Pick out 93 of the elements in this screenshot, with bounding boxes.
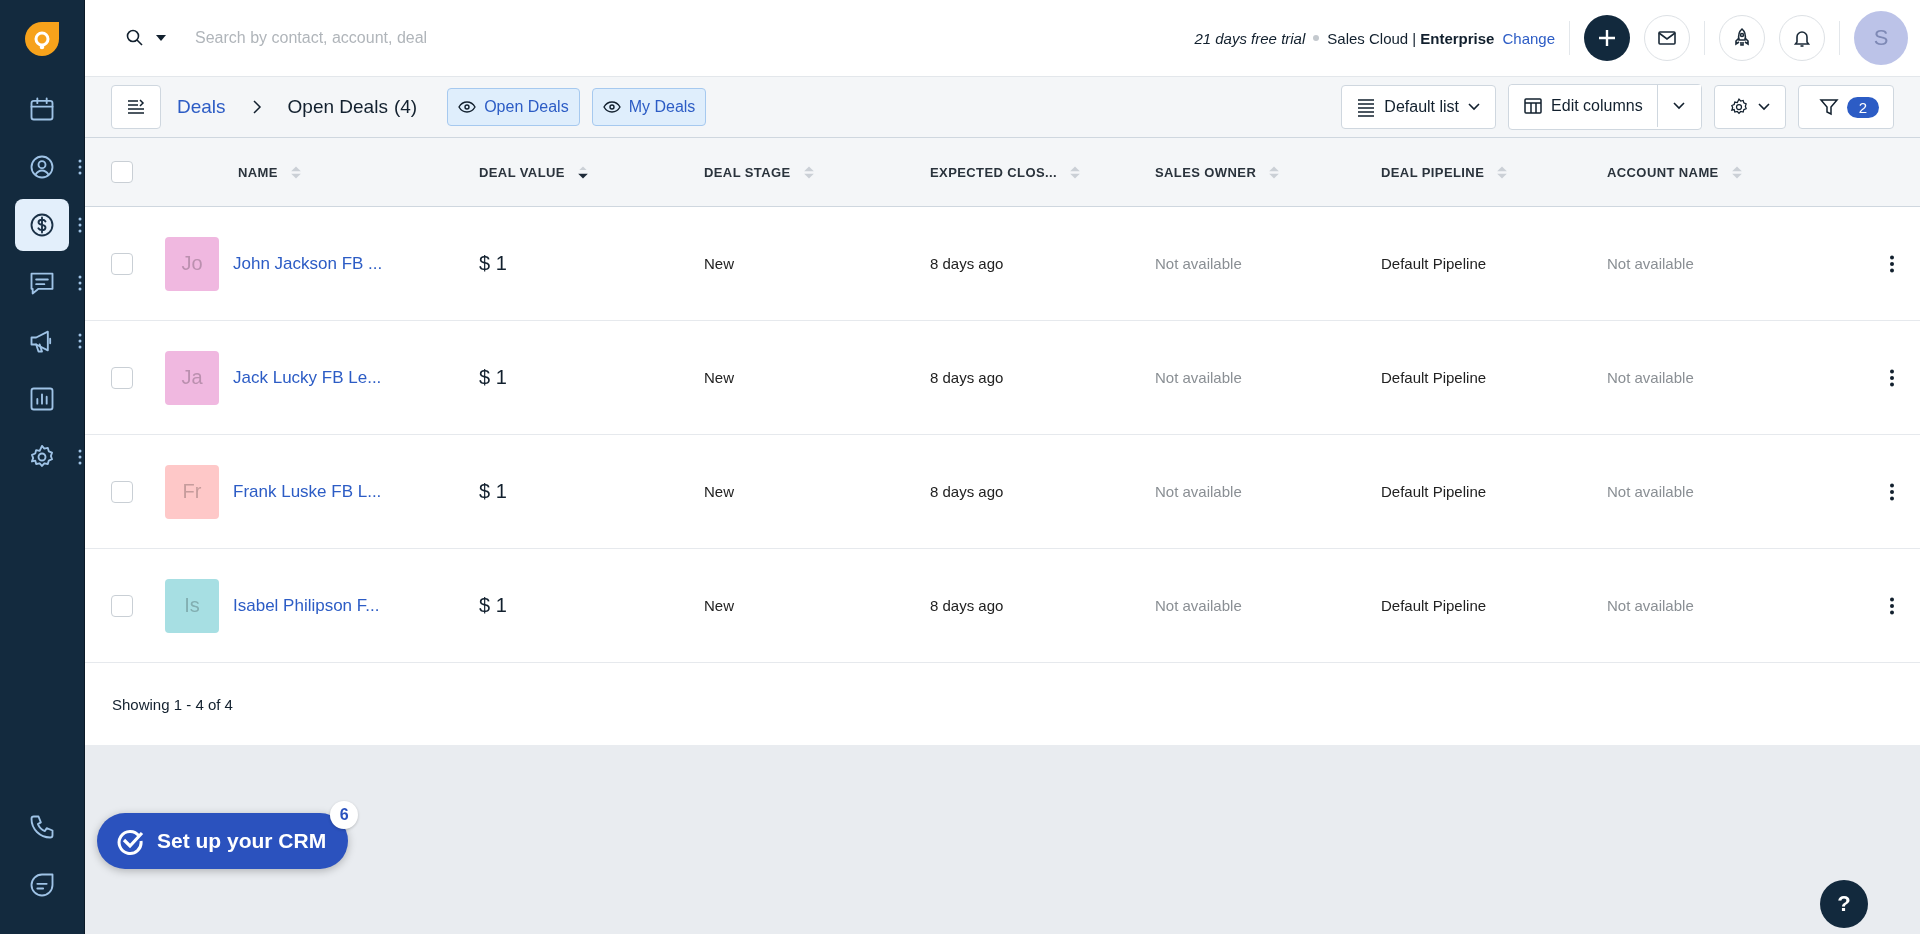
table-cell-text: $ 1 [479, 480, 508, 503]
more-icon[interactable] [1890, 482, 1894, 501]
column-header[interactable]: DEAL VALUE [479, 164, 565, 180]
add-button[interactable] [1584, 15, 1630, 61]
trial-text: 21 days free trial [1194, 29, 1306, 47]
menu-icon [126, 97, 146, 117]
table-cell-text: Not available [1155, 369, 1243, 386]
chevron-down-icon [1467, 102, 1482, 112]
row-checkbox[interactable] [111, 252, 133, 275]
more-icon[interactable] [77, 217, 82, 233]
search-field[interactable]: Search by contact, account, deal [193, 28, 717, 48]
pagination-text: Showing 1 - 4 of 4 [112, 695, 233, 713]
more-icon[interactable] [77, 275, 82, 291]
table-cell-text: 8 days ago [930, 369, 1005, 386]
more-icon[interactable] [77, 333, 82, 349]
table-cell-text: 8 days ago [930, 483, 1005, 500]
column-header[interactable]: ACCOUNT NAME [1607, 164, 1719, 180]
more-icon[interactable] [1890, 596, 1894, 615]
edition-text: Enterprise [1420, 29, 1495, 47]
table-cell-text: Default Pipeline [1381, 255, 1488, 272]
caret-icon[interactable] [155, 34, 167, 42]
more-icon[interactable] [1890, 254, 1894, 273]
list-icon [1356, 97, 1377, 117]
change-link[interactable]: Change [1502, 29, 1555, 47]
initials-avatar: Fr [165, 464, 219, 519]
table-cell-text: Not available [1155, 483, 1243, 500]
table-cell-text: Not available [1155, 597, 1243, 614]
mail-button[interactable] [1644, 15, 1690, 61]
view-chip[interactable]: Open Deals [447, 88, 580, 126]
deal-name-link[interactable]: Jack Lucky FB Le... [233, 367, 382, 388]
chevron-down-icon [1672, 101, 1687, 111]
bar-chart-icon [28, 385, 56, 413]
calendar-icon [28, 95, 56, 123]
table-cell-text: Not available [1155, 255, 1243, 272]
table-cell-text: Default Pipeline [1381, 483, 1488, 500]
dollar-icon [28, 211, 56, 239]
deal-count: (4) [393, 96, 418, 118]
column-header[interactable]: DEAL STAGE [704, 164, 791, 180]
table-cell-text: Not available [1607, 255, 1695, 272]
sidebar-toggle-button[interactable] [111, 85, 161, 129]
more-icon[interactable] [1890, 368, 1894, 387]
plus-icon [1596, 27, 1618, 49]
deal-name-link[interactable]: Isabel Philipson F... [233, 595, 380, 616]
row-checkbox[interactable] [111, 594, 133, 617]
settings-icon [1728, 97, 1749, 117]
table-cell-text: $ 1 [479, 366, 508, 389]
table-cell-text: New [704, 483, 735, 500]
breadcrumb-link[interactable]: Deals [177, 96, 226, 118]
rocket-button[interactable] [1719, 15, 1765, 61]
chat-bubble-icon [28, 871, 56, 899]
table-cell-text: 8 days ago [930, 255, 1005, 272]
table-cell-text: Default Pipeline [1381, 597, 1488, 614]
row-checkbox[interactable] [111, 366, 133, 389]
plan-text: Sales Cloud | [1327, 29, 1417, 47]
contact-icon [28, 153, 56, 181]
eye-icon [458, 101, 477, 113]
phone-icon [28, 813, 56, 841]
table-cell-text: New [704, 255, 735, 272]
view-chip[interactable]: My Deals [591, 88, 707, 126]
table-cell-text: $ 1 [479, 594, 508, 617]
filter-button[interactable]: 2 [1797, 85, 1894, 129]
column-header[interactable]: NAME [238, 164, 278, 180]
row-checkbox[interactable] [111, 480, 133, 503]
notifications-button[interactable] [1779, 15, 1825, 61]
chevron-right-icon [251, 100, 262, 114]
search-icon[interactable] [125, 28, 145, 48]
sidebar-item[interactable] [15, 199, 69, 251]
eye-icon [602, 101, 621, 113]
count-badge: 6 [330, 801, 359, 829]
table-cell-text: Not available [1607, 369, 1695, 386]
chevron-down-icon [1756, 102, 1771, 112]
select-all-checkbox[interactable] [111, 161, 133, 183]
table-cell-text: 8 days ago [930, 597, 1005, 614]
column-header[interactable]: EXPECTED CLOS... [930, 164, 1058, 180]
deal-name-link[interactable]: John Jackson FB ... [233, 253, 383, 274]
deal-name-link[interactable]: Frank Luske FB L... [233, 481, 382, 502]
table-cell-text: Not available [1607, 597, 1695, 614]
table-cell-text: New [704, 369, 735, 386]
more-icon[interactable] [77, 159, 82, 175]
column-header[interactable]: DEAL PIPELINE [1381, 164, 1485, 180]
column-header[interactable]: SALES OWNER [1155, 164, 1257, 180]
help-button[interactable]: ? [1820, 880, 1868, 928]
table-cell-text: Not available [1607, 483, 1695, 500]
table-cell-text: Default Pipeline [1381, 369, 1488, 386]
more-icon[interactable] [77, 449, 82, 465]
filter-icon [1818, 97, 1839, 117]
table-cell-text: New [704, 597, 735, 614]
page-title: Open Deals [287, 96, 388, 118]
logo-icon[interactable] [23, 20, 61, 58]
table-cell-text: $ 1 [479, 252, 508, 275]
list-dropdown[interactable]: Default list [1341, 85, 1497, 129]
table-icon [1523, 96, 1544, 116]
settings-dropdown[interactable] [1713, 85, 1786, 129]
